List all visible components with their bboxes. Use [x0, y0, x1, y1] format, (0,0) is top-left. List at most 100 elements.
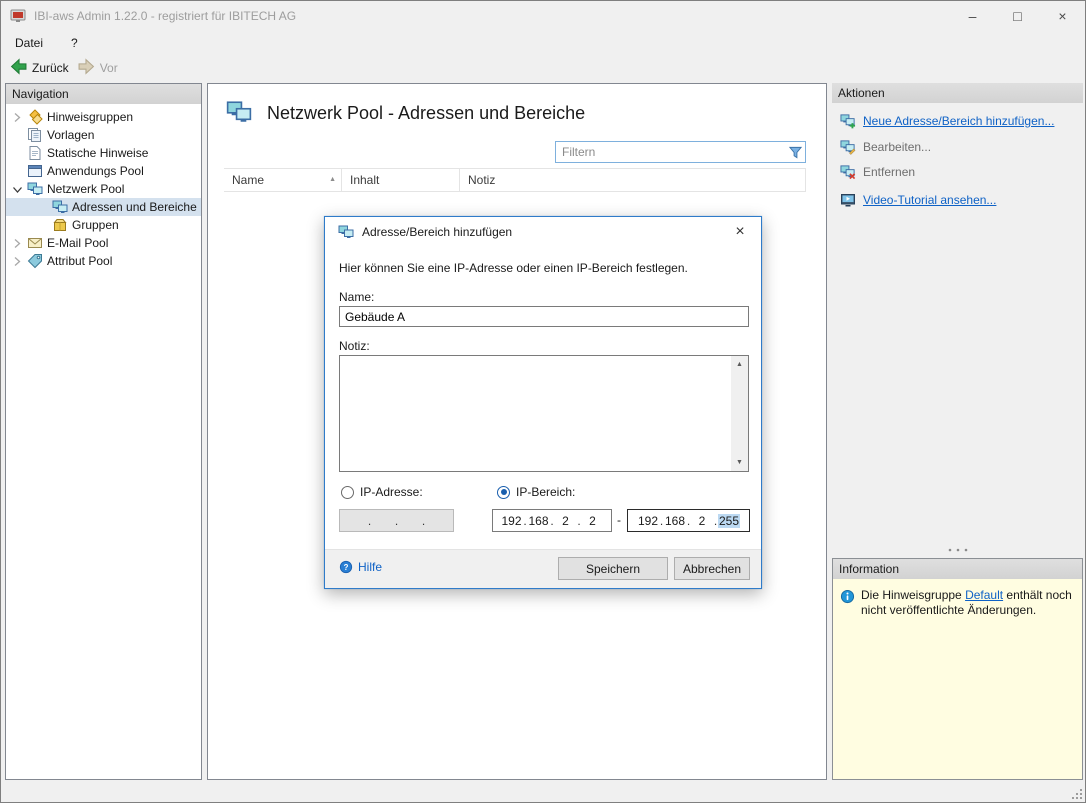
ip-range-end-input[interactable]: 192.168.2.255	[627, 509, 750, 532]
navigation-tree: Hinweisgruppen Vorlagen Statische Hinwei…	[6, 104, 201, 270]
dialog-title-bar[interactable]: Adresse/Bereich hinzufügen ×	[325, 217, 761, 247]
resize-grip-icon[interactable]	[1071, 788, 1083, 800]
ip-range-start-input[interactable]: 192.168.2.2	[492, 509, 612, 532]
minimize-button[interactable]: –	[950, 1, 995, 31]
action-remove[interactable]: Entfernen	[840, 164, 915, 180]
panel-splitter[interactable]	[832, 543, 1083, 556]
information-text-before: Die Hinweisgruppe	[861, 588, 965, 602]
tree-item-label: Netzwerk Pool	[47, 182, 124, 196]
maximize-icon: □	[1013, 8, 1021, 24]
close-icon: ×	[735, 223, 744, 241]
tree-item-gruppen[interactable]: Gruppen	[6, 216, 201, 234]
help-link[interactable]: Hilfe	[339, 560, 382, 574]
ip-octet: 2	[582, 514, 604, 528]
chevron-right-icon[interactable]	[9, 255, 25, 268]
column-header-notiz[interactable]: Notiz	[460, 169, 806, 191]
menu-item-datei[interactable]: Datei	[8, 36, 50, 50]
name-label: Name:	[339, 290, 374, 304]
information-header: Information	[833, 559, 1082, 579]
action-label: Entfernen	[863, 165, 915, 179]
ip-address-radio[interactable]: IP-Adresse:	[341, 485, 423, 499]
textarea-scrollbar[interactable]: ▲ ▼	[731, 356, 748, 471]
right-panel: Aktionen Neue Adresse/Bereich hinzufügen…	[832, 83, 1083, 780]
package-icon	[52, 217, 68, 233]
title-bar[interactable]: IBI-aws Admin 1.22.0 - registriert für I…	[1, 1, 1085, 31]
help-icon	[339, 560, 353, 574]
action-label: Bearbeiten...	[863, 140, 931, 154]
page-title: Netzwerk Pool - Adressen und Bereiche	[267, 103, 585, 124]
tree-item-email-pool[interactable]: E-Mail Pool	[6, 234, 201, 252]
note-textarea-wrap: ▲ ▼	[339, 355, 749, 472]
navigation-panel: Navigation Hinweisgruppen Vorlagen Stati…	[5, 83, 202, 780]
tree-item-vorlagen[interactable]: Vorlagen	[6, 126, 201, 144]
status-bar	[1, 789, 1085, 802]
dialog-title: Adresse/Bereich hinzufügen	[362, 225, 512, 239]
tree-item-label: E-Mail Pool	[47, 236, 108, 250]
action-add-address[interactable]: Neue Adresse/Bereich hinzufügen...	[840, 113, 1054, 129]
splitter-dots-icon	[947, 548, 969, 552]
action-label: Video-Tutorial ansehen...	[863, 193, 996, 207]
ip-octet: 168	[664, 514, 686, 528]
close-icon: ×	[1058, 8, 1066, 24]
maximize-button[interactable]: □	[995, 1, 1040, 31]
network-computers-icon	[338, 224, 354, 240]
action-edit[interactable]: Bearbeiten...	[840, 139, 931, 155]
forward-button[interactable]: Vor	[78, 58, 118, 78]
forward-button-label: Vor	[100, 61, 118, 75]
scroll-up-icon[interactable]: ▲	[736, 356, 743, 373]
information-text: Die Hinweisgruppe Default enthält noch n…	[861, 588, 1074, 618]
ip-inputs-row: ... 192.168.2.2 - 192.168.2.255	[339, 509, 747, 532]
ip-range-radio[interactable]: IP-Bereich:	[497, 485, 575, 499]
menu-item-help[interactable]: ?	[64, 36, 85, 50]
back-button[interactable]: Zurück	[10, 58, 69, 78]
single-ip-input[interactable]: ...	[339, 509, 454, 532]
tree-item-adressen-und-bereiche[interactable]: Adressen und Bereiche	[6, 198, 201, 216]
tree-item-statische-hinweise[interactable]: Statische Hinweise	[6, 144, 201, 162]
application-window-icon	[27, 163, 43, 179]
back-arrow-icon	[10, 58, 27, 78]
window-controls: – □ ×	[950, 1, 1085, 31]
tree-item-label: Statische Hinweise	[47, 146, 148, 160]
notes-group-icon	[27, 109, 43, 125]
scroll-down-icon[interactable]: ▼	[736, 454, 743, 471]
dialog-close-button[interactable]: ×	[719, 217, 761, 247]
tree-item-label: Anwendungs Pool	[47, 164, 144, 178]
name-input[interactable]	[339, 306, 749, 327]
radio-checked-icon	[497, 486, 510, 499]
info-icon	[840, 589, 855, 604]
filter-box	[555, 141, 806, 163]
network-pool-icon	[224, 99, 254, 128]
save-button[interactable]: Speichern	[558, 557, 668, 580]
app-logo-icon	[10, 8, 26, 24]
tree-item-hinweisgruppen[interactable]: Hinweisgruppen	[6, 108, 201, 126]
cancel-button[interactable]: Abbrechen	[674, 557, 750, 580]
ip-octet-selected: 255	[718, 514, 740, 528]
tree-item-netzwerk-pool[interactable]: Netzwerk Pool	[6, 180, 201, 198]
forward-arrow-icon	[78, 58, 95, 78]
network-edit-icon	[840, 139, 856, 155]
action-video-tutorial[interactable]: Video-Tutorial ansehen...	[840, 192, 996, 208]
default-group-link[interactable]: Default	[965, 588, 1003, 602]
column-header-inhalt[interactable]: Inhalt	[342, 169, 460, 191]
octet-separator: .	[367, 514, 372, 528]
tree-item-attribut-pool[interactable]: Attribut Pool	[6, 252, 201, 270]
tree-item-label: Gruppen	[72, 218, 119, 232]
tree-item-anwendungs-pool[interactable]: Anwendungs Pool	[6, 162, 201, 180]
note-textarea[interactable]	[340, 356, 748, 471]
chevron-right-icon[interactable]	[9, 237, 25, 250]
filter-input[interactable]	[556, 142, 785, 162]
network-computers-icon	[52, 199, 68, 215]
tree-item-label: Vorlagen	[47, 128, 94, 142]
octet-separator: .	[421, 514, 426, 528]
note-label: Notiz:	[339, 339, 370, 353]
column-label: Notiz	[468, 173, 495, 187]
ip-octet: 192	[637, 514, 659, 528]
chevron-down-icon[interactable]	[9, 183, 25, 196]
network-remove-icon	[840, 164, 856, 180]
chevron-right-icon[interactable]	[9, 111, 25, 124]
octet-separator: .	[394, 514, 399, 528]
close-button[interactable]: ×	[1040, 1, 1085, 31]
column-header-name[interactable]: Name ▲	[224, 169, 342, 191]
ip-mode-radio-group: IP-Adresse: IP-Bereich:	[339, 485, 747, 501]
filter-funnel-icon[interactable]	[785, 145, 805, 160]
